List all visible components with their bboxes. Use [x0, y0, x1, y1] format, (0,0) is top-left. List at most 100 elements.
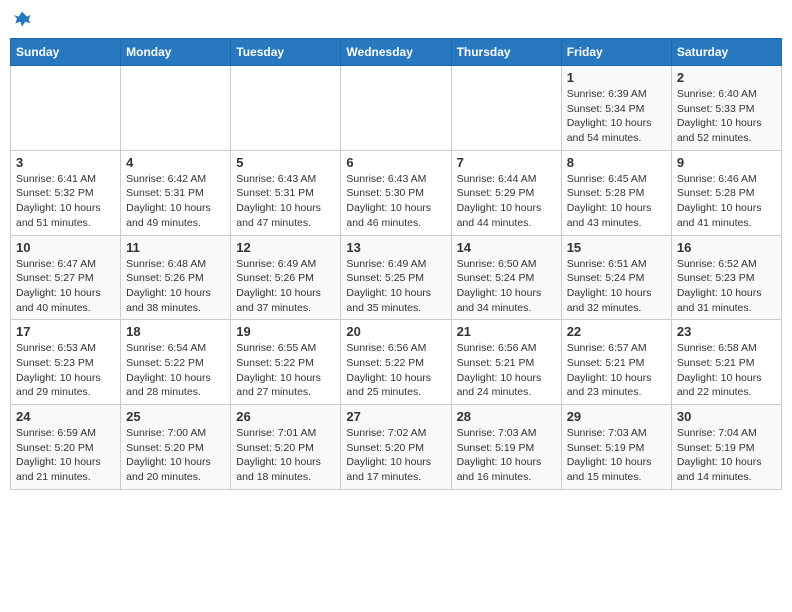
calendar-cell: 4Sunrise: 6:42 AMSunset: 5:31 PMDaylight…: [121, 150, 231, 235]
cell-content: Sunrise: 7:03 AMSunset: 5:19 PMDaylight:…: [457, 426, 556, 485]
calendar-header-wednesday: Wednesday: [341, 39, 451, 66]
day-number: 19: [236, 324, 335, 339]
day-number: 9: [677, 155, 776, 170]
calendar-header-friday: Friday: [561, 39, 671, 66]
day-number: 3: [16, 155, 115, 170]
calendar-cell: 29 Sunrise: 7:03 AMSunset: 5:19 PMDayligh…: [561, 405, 671, 490]
cell-content: Sunrise: 6:56 AMSunset: 5:21 PMDaylight:…: [457, 341, 556, 400]
calendar-cell: 27 Sunrise: 7:02 AMSunset: 5:20 PMDayligh…: [341, 405, 451, 490]
calendar-header-saturday: Saturday: [671, 39, 781, 66]
day-number: 16: [677, 240, 776, 255]
calendar-cell: 22 Sunrise: 6:57 AMSunset: 5:21 PMDayligh…: [561, 320, 671, 405]
calendar-cell: 10 Sunrise: 6:47 AMSunset: 5:27 PMDayligh…: [11, 235, 121, 320]
day-number: 7: [457, 155, 556, 170]
calendar-table: SundayMondayTuesdayWednesdayThursdayFrid…: [10, 38, 782, 490]
cell-content: Sunrise: 6:48 AMSunset: 5:26 PMDaylight:…: [126, 257, 225, 316]
day-number: 15: [567, 240, 666, 255]
calendar-week-row: 1 Sunrise: 6:39 AMSunset: 5:34 PMDaylight…: [11, 66, 782, 151]
calendar-cell: 5 Sunrise: 6:43 AMSunset: 5:31 PMDaylight…: [231, 150, 341, 235]
calendar-cell: 6 Sunrise: 6:43 AMSunset: 5:30 PMDaylight…: [341, 150, 451, 235]
day-number: 20: [346, 324, 445, 339]
day-number: 21: [457, 324, 556, 339]
cell-content: Sunrise: 6:42 AMSunset: 5:31 PMDaylight:…: [126, 172, 225, 231]
cell-content: Sunrise: 6:44 AMSunset: 5:29 PMDaylight:…: [457, 172, 556, 231]
calendar-cell: [11, 66, 121, 151]
calendar-cell: 2 Sunrise: 6:40 AMSunset: 5:33 PMDaylight…: [671, 66, 781, 151]
cell-content: Sunrise: 7:00 AMSunset: 5:20 PMDaylight:…: [126, 426, 225, 485]
cell-content: Sunrise: 7:04 AMSunset: 5:19 PMDaylight:…: [677, 426, 776, 485]
day-number: 14: [457, 240, 556, 255]
day-number: 23: [677, 324, 776, 339]
calendar-cell: 16Sunrise: 6:52 AMSunset: 5:23 PMDayligh…: [671, 235, 781, 320]
cell-content: Sunrise: 7:03 AMSunset: 5:19 PMDaylight:…: [567, 426, 666, 485]
calendar-cell: [121, 66, 231, 151]
day-number: 18: [126, 324, 225, 339]
cell-content: Sunrise: 6:40 AMSunset: 5:33 PMDaylight:…: [677, 87, 776, 146]
calendar-week-row: 3Sunrise: 6:41 AMSunset: 5:32 PMDaylight…: [11, 150, 782, 235]
cell-content: Sunrise: 7:02 AMSunset: 5:20 PMDaylight:…: [346, 426, 445, 485]
calendar-cell: 26Sunrise: 7:01 AMSunset: 5:20 PMDayligh…: [231, 405, 341, 490]
cell-content: Sunrise: 6:49 AMSunset: 5:26 PMDaylight:…: [236, 257, 335, 316]
cell-content: Sunrise: 6:43 AMSunset: 5:31 PMDaylight:…: [236, 172, 335, 231]
day-number: 2: [677, 70, 776, 85]
day-number: 27: [346, 409, 445, 424]
calendar-cell: 18Sunrise: 6:54 AMSunset: 5:22 PMDayligh…: [121, 320, 231, 405]
cell-content: Sunrise: 6:43 AMSunset: 5:30 PMDaylight:…: [346, 172, 445, 231]
cell-content: Sunrise: 6:57 AMSunset: 5:21 PMDaylight:…: [567, 341, 666, 400]
calendar-cell: 14 Sunrise: 6:50 AMSunset: 5:24 PMDayligh…: [451, 235, 561, 320]
calendar-cell: [231, 66, 341, 151]
calendar-cell: 17 Sunrise: 6:53 AMSunset: 5:23 PMDayligh…: [11, 320, 121, 405]
page-header: [10, 10, 782, 30]
day-number: 1: [567, 70, 666, 85]
calendar-cell: 30 Sunrise: 7:04 AMSunset: 5:19 PMDayligh…: [671, 405, 781, 490]
calendar-header-row: SundayMondayTuesdayWednesdayThursdayFrid…: [11, 39, 782, 66]
calendar-header-monday: Monday: [121, 39, 231, 66]
day-number: 6: [346, 155, 445, 170]
cell-content: Sunrise: 6:51 AMSunset: 5:24 PMDaylight:…: [567, 257, 666, 316]
calendar-cell: [341, 66, 451, 151]
logo: [10, 10, 32, 30]
day-number: 28: [457, 409, 556, 424]
calendar-cell: 13 Sunrise: 6:49 AMSunset: 5:25 PMDayligh…: [341, 235, 451, 320]
day-number: 22: [567, 324, 666, 339]
day-number: 5: [236, 155, 335, 170]
day-number: 11: [126, 240, 225, 255]
day-number: 17: [16, 324, 115, 339]
calendar-cell: 24Sunrise: 6:59 AMSunset: 5:20 PMDayligh…: [11, 405, 121, 490]
calendar-cell: 28 Sunrise: 7:03 AMSunset: 5:19 PMDayligh…: [451, 405, 561, 490]
calendar-cell: 19 Sunrise: 6:55 AMSunset: 5:22 PMDayligh…: [231, 320, 341, 405]
calendar-cell: 12 Sunrise: 6:49 AMSunset: 5:26 PMDayligh…: [231, 235, 341, 320]
cell-content: Sunrise: 6:50 AMSunset: 5:24 PMDaylight:…: [457, 257, 556, 316]
calendar-cell: 8Sunrise: 6:45 AMSunset: 5:28 PMDaylight…: [561, 150, 671, 235]
calendar-week-row: 17 Sunrise: 6:53 AMSunset: 5:23 PMDayligh…: [11, 320, 782, 405]
day-number: 29: [567, 409, 666, 424]
day-number: 25: [126, 409, 225, 424]
calendar-header-sunday: Sunday: [11, 39, 121, 66]
cell-content: Sunrise: 6:49 AMSunset: 5:25 PMDaylight:…: [346, 257, 445, 316]
day-number: 12: [236, 240, 335, 255]
cell-content: Sunrise: 6:59 AMSunset: 5:20 PMDaylight:…: [16, 426, 115, 485]
cell-content: Sunrise: 6:47 AMSunset: 5:27 PMDaylight:…: [16, 257, 115, 316]
calendar-header-thursday: Thursday: [451, 39, 561, 66]
cell-content: Sunrise: 6:53 AMSunset: 5:23 PMDaylight:…: [16, 341, 115, 400]
calendar-cell: 3Sunrise: 6:41 AMSunset: 5:32 PMDaylight…: [11, 150, 121, 235]
cell-content: Sunrise: 6:39 AMSunset: 5:34 PMDaylight:…: [567, 87, 666, 146]
calendar-cell: 1 Sunrise: 6:39 AMSunset: 5:34 PMDaylight…: [561, 66, 671, 151]
cell-content: Sunrise: 6:56 AMSunset: 5:22 PMDaylight:…: [346, 341, 445, 400]
logo-icon: [12, 10, 32, 30]
calendar-cell: [451, 66, 561, 151]
calendar-cell: 25 Sunrise: 7:00 AMSunset: 5:20 PMDayligh…: [121, 405, 231, 490]
calendar-cell: 7 Sunrise: 6:44 AMSunset: 5:29 PMDaylight…: [451, 150, 561, 235]
cell-content: Sunrise: 6:55 AMSunset: 5:22 PMDaylight:…: [236, 341, 335, 400]
calendar-header-tuesday: Tuesday: [231, 39, 341, 66]
day-number: 13: [346, 240, 445, 255]
cell-content: Sunrise: 6:46 AMSunset: 5:28 PMDaylight:…: [677, 172, 776, 231]
day-number: 30: [677, 409, 776, 424]
cell-content: Sunrise: 6:45 AMSunset: 5:28 PMDaylight:…: [567, 172, 666, 231]
day-number: 10: [16, 240, 115, 255]
day-number: 26: [236, 409, 335, 424]
calendar-cell: 23 Sunrise: 6:58 AMSunset: 5:21 PMDayligh…: [671, 320, 781, 405]
calendar-cell: 15 Sunrise: 6:51 AMSunset: 5:24 PMDayligh…: [561, 235, 671, 320]
calendar-week-row: 10 Sunrise: 6:47 AMSunset: 5:27 PMDayligh…: [11, 235, 782, 320]
cell-content: Sunrise: 6:58 AMSunset: 5:21 PMDaylight:…: [677, 341, 776, 400]
